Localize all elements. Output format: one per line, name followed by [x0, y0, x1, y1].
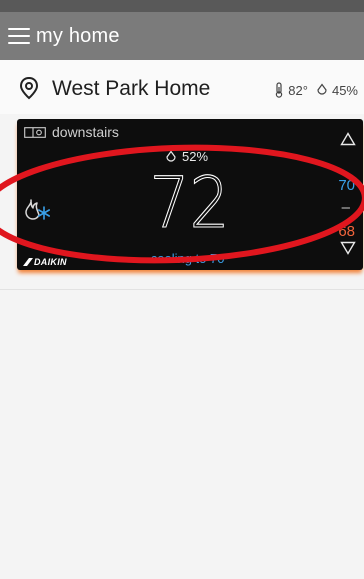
setpoint-down-icon[interactable]	[340, 241, 356, 255]
outdoor-conditions: 82° 45%	[274, 82, 358, 98]
setpoint-up-icon[interactable]	[340, 132, 356, 146]
thermometer-icon	[276, 82, 283, 98]
thermostat-device-icon	[24, 126, 46, 138]
daikin-logo: DAIKIN	[23, 257, 67, 267]
heat-setpoint[interactable]: 68	[338, 223, 355, 240]
humidity-drop-icon	[317, 83, 327, 95]
status-bar	[0, 0, 364, 12]
zone-label: downstairs	[24, 124, 119, 140]
location-header: West Park Home 82° 45%	[0, 60, 364, 114]
location-name[interactable]: West Park Home	[52, 77, 210, 101]
app-bar: my home	[0, 12, 364, 60]
brand-name: DAIKIN	[34, 257, 67, 267]
current-temperature-value: 72	[149, 162, 231, 244]
location-pin-icon	[19, 76, 39, 100]
menu-icon[interactable]	[8, 28, 30, 44]
daikin-logo-icon	[23, 258, 33, 266]
thermostat-card[interactable]: downstairs 52% 72 cooling to 70º 70 – 68…	[17, 119, 363, 270]
current-temperature: 72	[17, 162, 363, 244]
list-divider	[0, 289, 364, 290]
setpoint-separator: –	[341, 199, 350, 216]
zone-name: downstairs	[52, 124, 119, 140]
app-title: my home	[36, 24, 120, 47]
outdoor-humidity: 45%	[331, 82, 358, 98]
outdoor-temperature: 82°	[288, 82, 308, 98]
cool-setpoint[interactable]: 70	[338, 177, 355, 194]
system-status: cooling to 70º	[150, 251, 230, 266]
